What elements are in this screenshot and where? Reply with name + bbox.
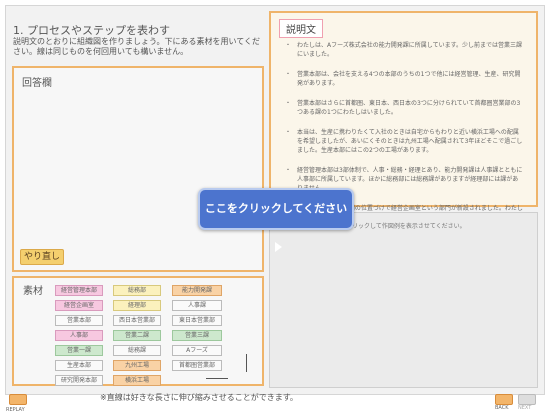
material-chip[interactable]: 研究開発本部 — [55, 375, 103, 386]
replay-label: REPLAY — [6, 407, 25, 413]
description-item: わたしは、Aフーズ株式会社の能力開発課に所属しています。少し前までは営業三課にい… — [285, 41, 523, 59]
material-chip[interactable]: 経営管理本部 — [55, 285, 103, 296]
material-chip[interactable]: 営業一課 — [55, 345, 103, 356]
next-button — [518, 394, 536, 405]
back-button[interactable] — [495, 394, 513, 405]
instructions-text: 説明文のとおりに組織図を作りましょう。下にある素材を用いてください。線は同じもの… — [13, 37, 261, 56]
material-chip[interactable]: 営業本部 — [55, 315, 103, 326]
material-chip[interactable]: 営業三課 — [172, 330, 222, 341]
materials-panel: 素材 経営管理本部 総務部 能力開発課 経営企画室 経理部 人事課 営業本部 西… — [12, 276, 264, 386]
material-chip[interactable]: 横浜工場 — [113, 375, 161, 386]
next-label: NEXT — [518, 405, 532, 411]
material-chip[interactable]: 総務課 — [113, 345, 161, 356]
description-item: 本当は、生産に携わりたくて入社のときは自宅からもわりと近い横浜工場への配属を希望… — [285, 128, 523, 155]
example-panel: 上のボタンをクリックして作図例を表示させてください。 — [269, 212, 538, 388]
material-chip[interactable]: 経理部 — [113, 300, 161, 311]
materials-label: 素材 — [23, 286, 43, 297]
material-chip[interactable]: 西日本営業部 — [113, 315, 161, 326]
material-chip[interactable]: 人事部 — [55, 330, 103, 341]
vertical-line-material[interactable] — [246, 354, 247, 372]
material-chip[interactable]: 経営企画室 — [55, 300, 103, 311]
material-chip[interactable]: 営業二課 — [113, 330, 161, 341]
material-chip[interactable]: 人事課 — [172, 300, 222, 311]
description-title: 説明文 — [279, 19, 323, 38]
replay-button[interactable] — [9, 394, 27, 405]
play-arrow-icon — [274, 242, 282, 252]
material-chip[interactable]: 九州工場 — [113, 360, 161, 371]
answer-area[interactable]: 回答欄 やり直し — [12, 66, 264, 272]
material-chip[interactable]: 生産本部 — [55, 360, 103, 371]
click-here-button[interactable]: ここをクリックしてください — [198, 188, 354, 252]
material-chip[interactable]: 首都圏営業部 — [172, 360, 222, 371]
description-panel: 説明文 わたしは、Aフーズ株式会社の能力開発課に所属しています。少し前までは営業… — [269, 11, 538, 221]
material-chip[interactable]: 総務部 — [113, 285, 161, 296]
click-here-label: ここをクリックしてください — [204, 202, 348, 215]
material-chip[interactable]: 能力開発課 — [172, 285, 222, 296]
material-chip[interactable]: 東日本営業部 — [172, 315, 222, 326]
horizontal-line-material[interactable] — [206, 378, 228, 379]
page-title: 1. プロセスやステップを表わす — [13, 24, 170, 37]
redo-button[interactable]: やり直し — [20, 249, 64, 265]
description-item: 営業本部はさらに首都圏、東日本、西日本の3つに分けられていて首都圏営業部の3つあ… — [285, 99, 523, 117]
answer-area-label: 回答欄 — [22, 78, 52, 89]
material-chip[interactable]: Aフーズ — [172, 345, 222, 356]
footer-note: ※直線は好きな長さに伸び縮みさせることができます。 — [100, 393, 298, 402]
description-item: 営業本部は、会社を支える4つの本部のうちの1つで他には経営管理、生産、研究開発が… — [285, 70, 523, 88]
back-label: BACK — [495, 405, 509, 411]
